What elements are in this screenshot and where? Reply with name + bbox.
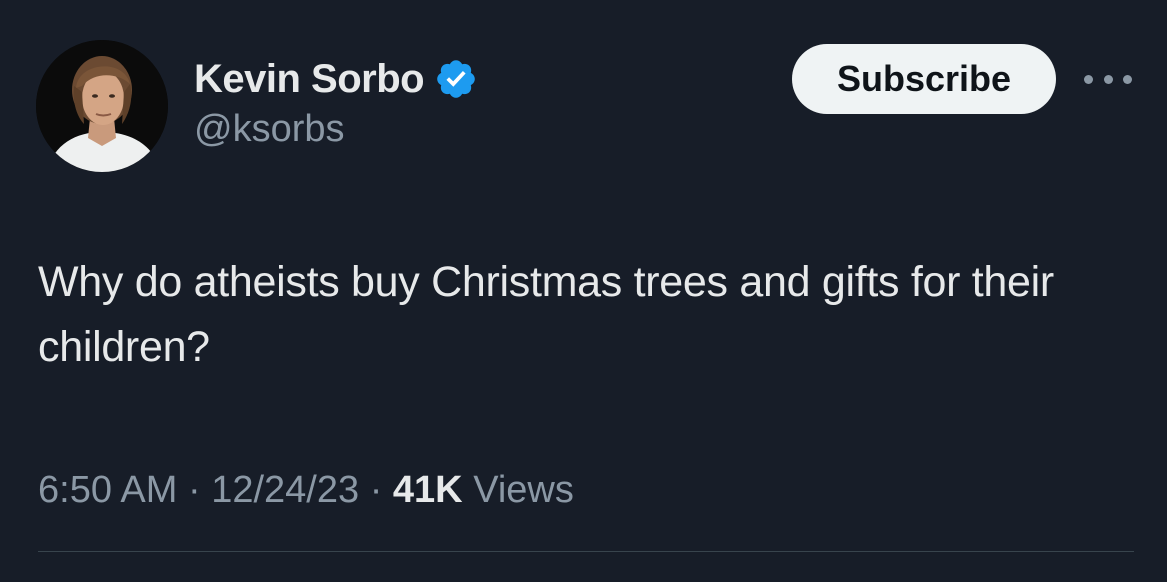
divider	[38, 551, 1134, 552]
user-handle[interactable]: @ksorbs	[194, 104, 478, 154]
author-block: Kevin Sorbo @ksorbs	[194, 54, 478, 154]
views-label: Views	[473, 469, 574, 511]
meta-separator: ·	[369, 469, 383, 511]
meta-separator: ·	[187, 469, 201, 511]
name-row: Kevin Sorbo	[194, 54, 478, 104]
tweet-time[interactable]: 6:50 AM	[38, 469, 177, 511]
dot	[1084, 74, 1093, 84]
dot	[1123, 74, 1132, 84]
tweet-date[interactable]: 12/24/23	[211, 469, 359, 511]
tweet-card: Kevin Sorbo @ksorbs Subscribe Why do ath…	[0, 0, 1167, 582]
profile-photo-image	[36, 40, 168, 172]
display-name[interactable]: Kevin Sorbo	[194, 54, 425, 104]
dot	[1103, 74, 1113, 84]
more-horizontal-icon[interactable]	[1084, 64, 1132, 94]
views-count[interactable]: 41K	[393, 469, 463, 511]
tweet-meta: 6:50 AM · 12/24/23 · 41K Views	[38, 466, 574, 514]
tweet-text: Why do atheists buy Christmas trees and …	[38, 258, 1054, 371]
subscribe-button[interactable]: Subscribe	[792, 44, 1056, 114]
verified-badge-icon[interactable]	[434, 57, 478, 101]
avatar[interactable]	[36, 40, 168, 172]
